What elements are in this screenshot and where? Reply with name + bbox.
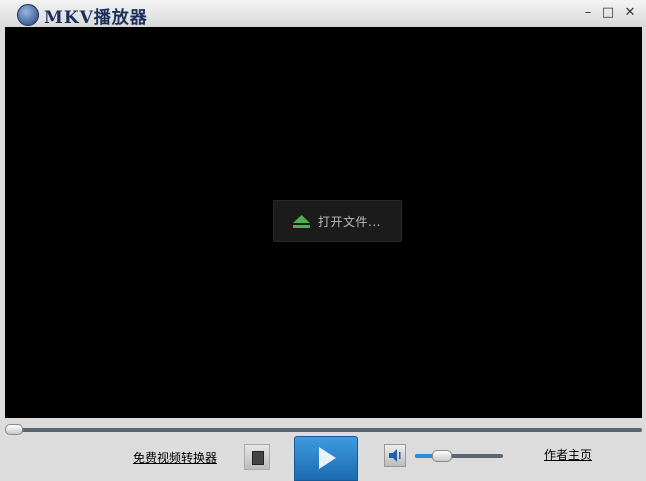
converter-link[interactable]: 免费视频转换器	[133, 449, 217, 466]
window-title: MKV播放器	[44, 8, 148, 28]
stop-icon	[252, 451, 264, 465]
volume-slider[interactable]	[415, 454, 503, 458]
author-homepage-link[interactable]: 作者主页	[544, 446, 592, 463]
seek-bar[interactable]	[5, 428, 642, 432]
close-button[interactable]: ✕	[622, 5, 638, 21]
stop-button[interactable]	[244, 444, 270, 470]
seek-handle[interactable]	[5, 424, 23, 435]
open-file-label: 打开文件...	[318, 215, 381, 229]
maximize-button[interactable]: □	[600, 5, 616, 21]
minimize-button[interactable]: –	[580, 5, 596, 21]
title-bar: MKV播放器 – □ ✕	[0, 0, 646, 28]
mute-button[interactable]	[384, 444, 406, 467]
speaker-icon	[389, 449, 401, 462]
video-area[interactable]: 打开文件...	[5, 27, 642, 418]
play-button[interactable]	[294, 436, 358, 481]
volume-handle[interactable]	[432, 450, 453, 462]
play-icon	[319, 447, 336, 469]
open-file-button[interactable]: 打开文件...	[273, 200, 402, 242]
app-logo-icon	[17, 4, 39, 26]
eject-icon	[293, 215, 310, 228]
